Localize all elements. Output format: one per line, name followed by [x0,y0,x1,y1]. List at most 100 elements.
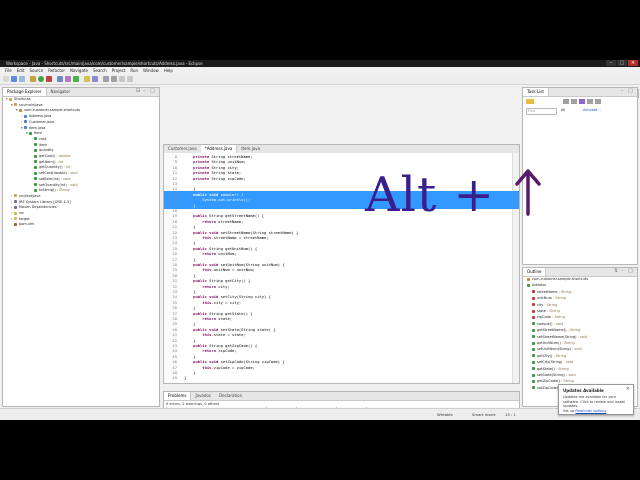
maximize-button[interactable]: □ [617,60,627,66]
tree-item[interactable]: state : String [532,309,560,314]
code-line[interactable]: 49} [164,374,519,381]
maximize-view-icon[interactable]: □ [628,269,633,274]
tree-item[interactable]: setItem(int) : void [31,177,70,182]
tree-item[interactable]: › target [11,217,30,222]
tree-item[interactable]: setUnitNum(String) : void [532,347,582,352]
tree-item[interactable]: setState(String) : void [532,373,576,378]
tree-item[interactable]: getStreetName() : String [532,328,580,333]
tree-item[interactable]: ▾ Shortcuts [6,97,31,102]
previous-annotation-icon[interactable] [111,76,117,82]
tab-problems[interactable]: Problems [164,392,192,400]
maximize-view-icon[interactable]: □ [150,89,155,94]
menu-source[interactable]: Source [29,68,43,73]
editor-tab[interactable]: Customer.java [164,145,201,153]
task-filter-all[interactable]: All [561,108,565,112]
next-annotation-icon[interactable] [103,76,109,82]
forward-icon[interactable] [127,76,133,82]
tree-item[interactable]: zipCode : String [532,315,565,320]
view-menu-icon[interactable] [595,99,601,104]
tree-item[interactable]: setCost(double) : void [31,171,78,176]
menu-help[interactable]: Help [164,68,173,73]
reminder-options-link[interactable]: Reminder options [575,409,606,413]
editor-tab[interactable]: *Address.java [200,145,238,153]
menu-edit[interactable]: Edit [17,68,25,73]
tree-item[interactable]: Address [527,283,546,288]
tree-item[interactable]: getItem() : int [31,160,63,165]
external-tools-icon[interactable] [46,76,52,82]
tree-item[interactable]: ▾ Item.java [21,126,45,131]
close-notification-icon[interactable]: × [626,386,630,392]
tree-item[interactable]: getState() : String [532,367,569,372]
debug-icon[interactable] [30,76,36,82]
save-all-icon[interactable] [19,76,25,82]
sort-icon[interactable]: ⇅ [614,269,619,274]
tab-task-list[interactable]: Task List [523,88,549,96]
new-class-icon[interactable] [73,76,79,82]
minimize-button[interactable]: – [606,60,616,66]
tab-outline[interactable]: Outline [523,268,547,276]
tree-item[interactable]: ▾ com.customer.sample.shortcuts [16,108,80,113]
new-icon[interactable] [3,76,9,82]
tree-item[interactable]: › src/test/java [11,194,41,199]
tree-item[interactable]: com.customer.sample.shortcuts [527,277,588,282]
activate-link[interactable]: Activate... [583,108,601,112]
tree-item[interactable]: setCity(String) : void [532,360,573,365]
tab-package-explorer[interactable]: Package Explorer [3,88,47,96]
updates-available-notification[interactable]: Updates Available × Updates are availabl… [558,384,634,415]
keyboard-shortcut-overlay: Alt + [365,167,495,223]
tree-item[interactable]: streetName : String [532,290,571,295]
tree-item[interactable]: setStreetName(String) : void [532,335,587,340]
tree-item[interactable]: pom.xml [11,222,34,227]
tree-item-type: : String [55,188,70,193]
tree-item[interactable]: › JRE System Library [J2SE-1.5] [11,200,71,205]
editor-tab[interactable]: Item.java [237,145,264,153]
tree-item[interactable]: sample() : void [532,322,563,327]
tree-item[interactable]: setQuantity(int) : void [31,183,78,188]
search-icon[interactable] [92,76,98,82]
filter-icon[interactable] [563,99,569,104]
tree-item[interactable]: unitNum : String [532,296,566,301]
tab-javadoc[interactable]: Javadoc [191,392,215,400]
tree-item[interactable]: item [31,143,47,148]
task-find-input[interactable]: Find [526,108,557,115]
menu-project[interactable]: Project [112,68,126,73]
menu-window[interactable]: Window [143,68,159,73]
tab-navigator[interactable]: Navigator [47,88,75,96]
new-task-icon[interactable] [526,99,534,104]
menu-run[interactable]: Run [130,68,138,73]
tab-declaration[interactable]: Declaration [215,392,246,400]
categorize-icon[interactable] [579,99,585,104]
tree-item[interactable]: ▾ src/main/java [11,103,43,108]
minimize-view-icon[interactable]: – [143,89,148,94]
tree-item[interactable]: getCity() : String [532,354,566,359]
sort-icon[interactable] [571,99,577,104]
run-icon[interactable] [38,76,44,82]
tree-item[interactable]: ▾ Item [26,131,42,136]
save-icon[interactable] [11,76,17,82]
tree-item[interactable]: cost [31,137,46,142]
new-java-project-icon[interactable] [57,76,63,82]
collapse-all-icon[interactable]: ⊟ [136,89,141,94]
minimize-view-icon[interactable]: – [621,269,626,274]
menu-file[interactable]: File [5,68,12,73]
tree-item[interactable]: getCost() : double [31,154,71,159]
tree-item[interactable]: city : String [532,303,557,308]
tree-item[interactable]: › Maven Dependencies [11,205,57,210]
tree-item[interactable]: › src [11,211,24,216]
close-window-button[interactable]: × [628,60,638,66]
menu-refactor[interactable]: Refactor [48,68,65,73]
tree-item[interactable]: getUnitNum() : String [532,341,575,346]
menu-search[interactable]: Search [93,68,107,73]
tree-item[interactable]: quantity [31,148,54,153]
open-type-icon[interactable] [84,76,90,82]
maximize-view-icon[interactable]: □ [628,89,633,94]
tree-item[interactable]: getQuantity() : int [31,165,71,170]
minimize-view-icon[interactable]: – [621,89,626,94]
back-icon[interactable] [119,76,125,82]
menu-navigate[interactable]: Navigate [70,68,88,73]
tree-item[interactable]: toString() : String [31,188,70,193]
tree-item[interactable]: › Address.java [21,114,51,119]
new-package-icon[interactable] [65,76,71,82]
tree-item[interactable]: › Customer.java [21,120,54,125]
collapse-icon[interactable] [587,99,593,104]
